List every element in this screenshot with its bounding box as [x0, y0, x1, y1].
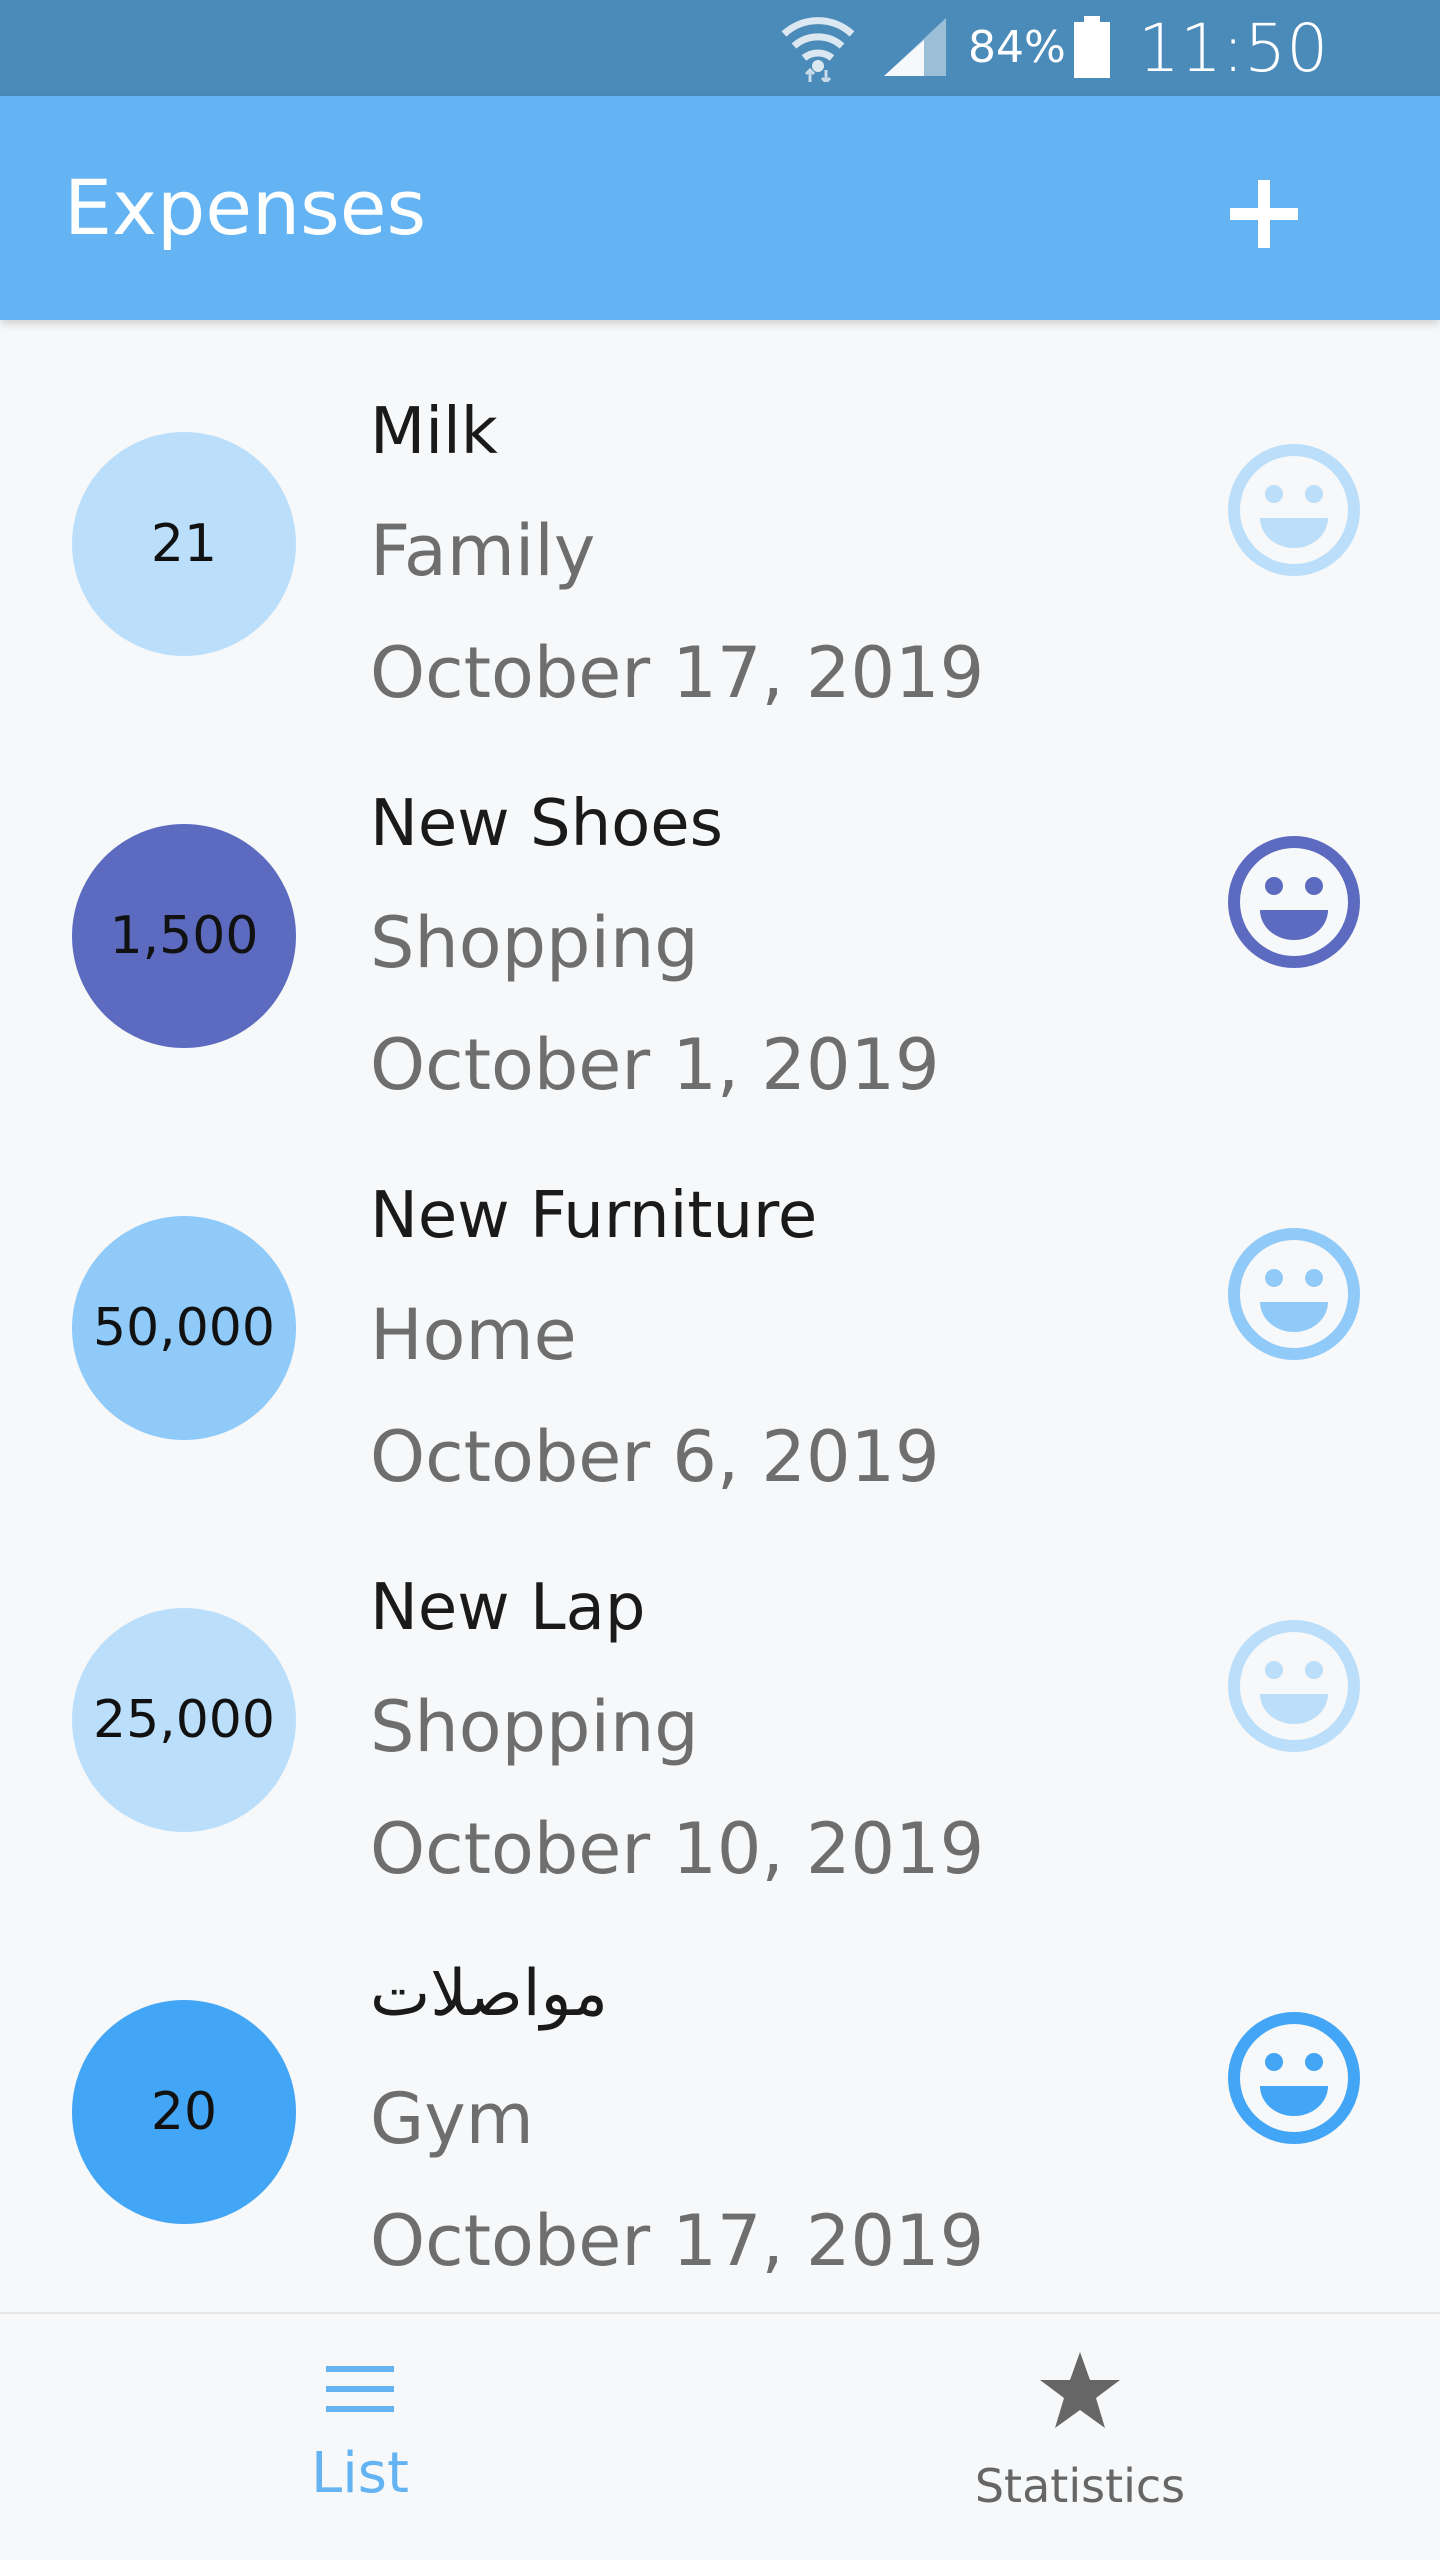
tab-statistics-label: Statistics [974, 2459, 1186, 2513]
wifi-icon [781, 17, 855, 82]
expense-date: October 6, 2019 [370, 1416, 940, 1498]
amount-badge: 50,000 [72, 1216, 296, 1440]
amount-badge: 1,500 [72, 824, 296, 1048]
tab-statistics[interactable]: Statistics [720, 2314, 1440, 2560]
smiley-icon [1228, 2012, 1360, 2144]
smiley-icon [1228, 1228, 1360, 1360]
list-icon [326, 2366, 394, 2412]
battery-icon [1074, 16, 1110, 78]
expense-list: 21 Milk Family October 17, 2019 1,500 Ne… [0, 320, 1440, 2312]
expense-title: مواصلات [370, 1957, 608, 2031]
expense-title: New Lap [370, 1571, 646, 1645]
signal-icon [884, 18, 946, 76]
expense-category: Shopping [370, 902, 699, 984]
expense-title: New Furniture [370, 1179, 818, 1253]
expense-date: October 1, 2019 [370, 1024, 940, 1106]
smiley-icon [1228, 444, 1360, 576]
expense-title: Milk [370, 395, 498, 469]
expense-category: Shopping [370, 1686, 699, 1768]
amount-value: 21 [150, 514, 218, 574]
star-icon [1040, 2352, 1120, 2428]
expense-date: October 17, 2019 [370, 2200, 985, 2282]
expense-title: New Shoes [370, 787, 723, 861]
page-title: Expenses [64, 163, 427, 252]
amount-badge: 21 [72, 432, 296, 656]
amount-badge: 20 [72, 2000, 296, 2224]
tab-list[interactable]: List [0, 2314, 720, 2560]
status-bar: 84% 11:50 PM [0, 0, 1440, 160]
amount-value: 1,500 [109, 906, 259, 966]
amount-value: 25,000 [93, 1690, 275, 1750]
amount-badge: 25,000 [72, 1608, 296, 1832]
tab-list-label: List [311, 2441, 409, 2506]
plus-icon [1230, 180, 1298, 248]
amount-value: 50,000 [93, 1298, 275, 1358]
list-item[interactable]: 50,000 New Furniture Home October 6, 201… [0, 1104, 1440, 1498]
list-item[interactable]: 25,000 New Lap Shopping October 10, 2019 [0, 1496, 1440, 1890]
list-item[interactable]: 1,500 New Shoes Shopping October 1, 2019 [0, 712, 1440, 1106]
expense-category: Home [370, 1294, 577, 1376]
expense-date: October 17, 2019 [370, 632, 985, 714]
battery-percentage: 84% [968, 22, 1066, 73]
bottom-navigation: List Statistics [0, 2312, 1440, 2560]
smiley-icon [1228, 1620, 1360, 1752]
expense-date: October 10, 2019 [370, 1808, 985, 1890]
expense-category: Family [370, 510, 596, 592]
expense-category: Gym [370, 2078, 534, 2160]
add-expense-button[interactable] [1220, 170, 1308, 258]
smiley-icon [1228, 836, 1360, 968]
app-bar: Expenses [0, 96, 1440, 320]
list-item[interactable]: 21 Milk Family October 17, 2019 [0, 320, 1440, 714]
list-item[interactable]: 20 مواصلات Gym October 17, 2019 [0, 1888, 1440, 2282]
amount-value: 20 [150, 2082, 218, 2142]
